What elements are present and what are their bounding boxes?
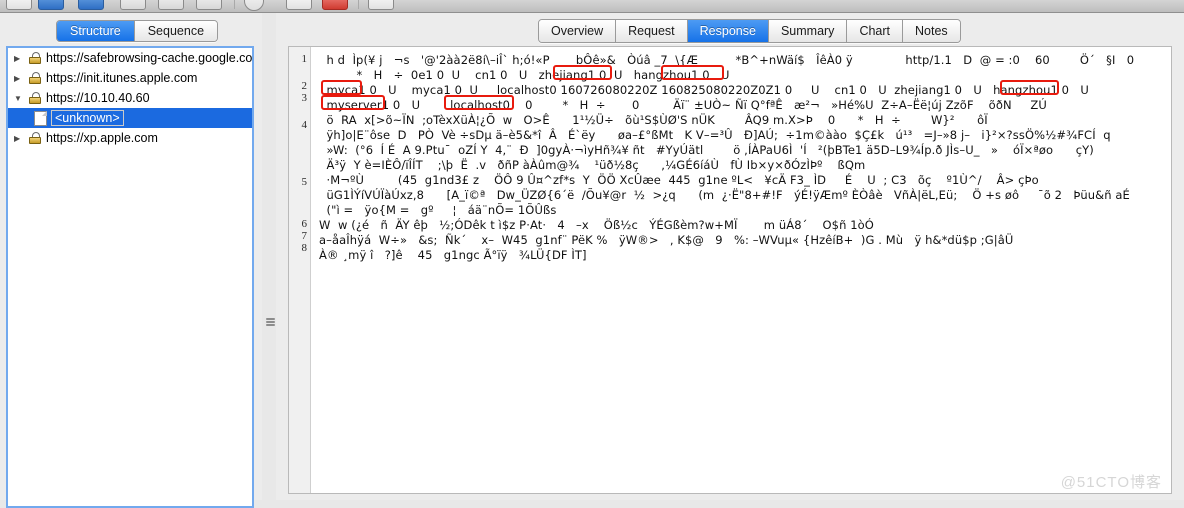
detail-tab-bar[interactable]: Overview Request Response Summary Chart … bbox=[538, 19, 961, 43]
response-body-viewer[interactable]: 1 2 3 4 5 6 7 8 h d Ìp(¥ j ¬s '@'2àà2ë8í… bbox=[288, 46, 1172, 494]
dump-line: myserver1 0 U localhost0 0 * H ÷ 0 Äï¨ ±… bbox=[319, 98, 1047, 112]
lock-icon bbox=[28, 131, 42, 145]
document-icon bbox=[34, 110, 47, 126]
structure-sequence-segmented-control[interactable]: Structure Sequence bbox=[56, 20, 219, 42]
detail-pane: Overview Request Response Summary Chart … bbox=[276, 13, 1184, 500]
dump-line: a–åaÎhÿá W÷» &s; Ñk´ x– W45 g1nf¨ PëK % … bbox=[319, 233, 1014, 247]
dump-line: * H ÷ 0e1 0 U cn1 0 U zhejiang1 0 U hang… bbox=[319, 68, 730, 82]
tab-request[interactable]: Request bbox=[615, 20, 687, 42]
line-number-gutter: 1 2 3 4 5 6 7 8 bbox=[289, 47, 311, 493]
tools-button[interactable] bbox=[286, 0, 312, 10]
line-number: 6 bbox=[301, 218, 308, 230]
chevron-right-icon[interactable]: ▶ bbox=[14, 74, 28, 83]
line-number: 2 bbox=[301, 80, 308, 92]
dump-line: myca1 0 U myca1 0 U localhost0 160726080… bbox=[319, 83, 1089, 97]
sidebar-pane: Structure Sequence ▶ https://safebrowsin… bbox=[0, 13, 262, 508]
toolbar-separator-1 bbox=[234, 0, 235, 9]
line-number: 1 bbox=[301, 53, 308, 65]
record-button[interactable] bbox=[38, 0, 64, 10]
tab-notes[interactable]: Notes bbox=[902, 20, 960, 42]
dump-line: À® ¸mÿ î ?]ê 45 g1ngc Ã°ïÿ ¾LÜ{DF ÌT] bbox=[319, 248, 587, 262]
dump-line: ·M¬ºÙ (45 g1nd3£ z ÖÔ 9 Û¤^zf*s Y ÖÖ XcÛ… bbox=[319, 173, 1039, 187]
tree-item-label: https://safebrowsing-cache.google.co bbox=[46, 51, 252, 65]
chevron-right-icon[interactable]: ▶ bbox=[14, 134, 28, 143]
tree-item-10-10-40-60[interactable]: ▼ https://10.10.40.60 bbox=[8, 88, 252, 108]
app-toolbar bbox=[0, 0, 1184, 13]
settings-button[interactable] bbox=[368, 0, 394, 10]
tree-item-unknown[interactable]: <unknown> bbox=[8, 108, 252, 128]
tab-chart[interactable]: Chart bbox=[846, 20, 903, 42]
tree-item-init-itunes[interactable]: ▶ https://init.itunes.apple.com bbox=[8, 68, 252, 88]
throttle-button[interactable] bbox=[158, 0, 184, 10]
tab-overview[interactable]: Overview bbox=[539, 20, 616, 42]
line-number: 5 bbox=[301, 176, 308, 188]
save-button[interactable] bbox=[120, 0, 146, 10]
tab-response[interactable]: Response bbox=[686, 20, 768, 42]
watermark-text: @51CTO博客 bbox=[1060, 474, 1162, 491]
tree-item-safebrowsing[interactable]: ▶ https://safebrowsing-cache.google.co bbox=[8, 48, 252, 68]
line-number: 4 bbox=[301, 119, 308, 131]
chevron-right-icon[interactable]: ▶ bbox=[14, 54, 28, 63]
tab-summary[interactable]: Summary bbox=[767, 20, 847, 42]
lock-icon bbox=[28, 51, 42, 65]
pane-splitter-handle[interactable] bbox=[266, 318, 275, 326]
tab-structure[interactable]: Structure bbox=[57, 21, 134, 41]
tree-item-xp-apple[interactable]: ▶ https://xp.apple.com bbox=[8, 128, 252, 148]
tree-item-label: https://init.itunes.apple.com bbox=[46, 71, 198, 85]
line-number: 7 bbox=[301, 230, 308, 242]
stop-button[interactable] bbox=[78, 0, 104, 10]
dump-line: Ä³ÿ Y è=IÈÔ/ïÎÍT ;\þ Ë .v ðñP àÀûm@¾ ¹üð… bbox=[319, 158, 866, 172]
line-number: 3 bbox=[301, 92, 308, 104]
new-session-button[interactable] bbox=[6, 0, 32, 10]
lock-icon bbox=[28, 71, 42, 85]
tab-sequence[interactable]: Sequence bbox=[133, 21, 218, 41]
dump-line: ("ì = ÿo{M = gº ¦ áä¨nÕ= 1ÕÛßs bbox=[319, 203, 557, 217]
tree-item-label: https://10.10.40.60 bbox=[46, 91, 150, 105]
chevron-down-icon[interactable]: ▼ bbox=[14, 94, 28, 103]
lock-icon bbox=[28, 91, 42, 105]
clear-button[interactable] bbox=[322, 0, 348, 10]
compose-button[interactable] bbox=[244, 0, 264, 11]
line-number: 8 bbox=[301, 242, 308, 254]
host-tree[interactable]: ▶ https://safebrowsing-cache.google.co ▶… bbox=[6, 46, 254, 508]
dump-line: h d Ìp(¥ j ¬s '@'2àà2ë8í\–iÎ` h;ó!«P bÔê… bbox=[319, 53, 1135, 67]
dump-line: ö RA x[>õ~ÏN ;oTèxXüÀ¦¿Õ w O>Ê 1¹½Ü÷ õù¹… bbox=[319, 113, 988, 127]
dump-line: W w (¿é ñ ÄY êþ ½;ÓDêk t ì$z P·At· 4 –x … bbox=[319, 218, 874, 232]
toolbar-separator-2 bbox=[358, 0, 359, 9]
dump-line: ÿh]o|E¨ôse D PÒ Vè ÷sDµ ä–è5&*î Â É`ëy ø… bbox=[319, 128, 1111, 142]
breakpoints-button[interactable] bbox=[196, 0, 222, 10]
hex-text-dump[interactable]: h d Ìp(¥ j ¬s '@'2àà2ë8í\–iÎ` h;ó!«P bÔê… bbox=[311, 47, 1171, 493]
tree-item-label: https://xp.apple.com bbox=[46, 131, 158, 145]
dump-line: üG1ÌÝíVÚÏàÚxz,8 [A_ï©ª Dw_ÜZØ{6´ë /Õu¥@r… bbox=[319, 188, 1130, 202]
tree-item-label: <unknown> bbox=[51, 110, 124, 126]
dump-line: »W: (°6 Í É A 9.Ptu¯ oZÍ Y 4,¨ Ð ]0gyÀ·¬… bbox=[319, 143, 1094, 157]
